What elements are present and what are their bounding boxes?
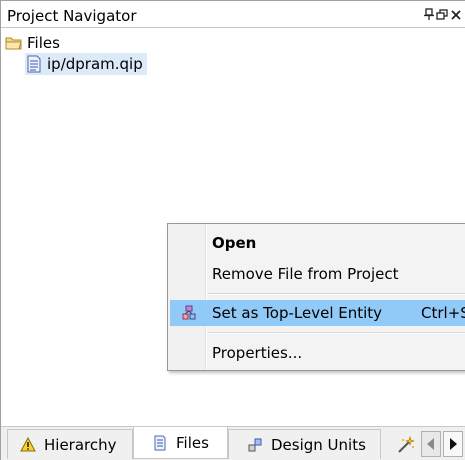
menu-separator (208, 332, 465, 334)
menu-item-remove-file[interactable]: Remove File from Project (170, 261, 465, 287)
tab-wizard[interactable] (387, 429, 417, 459)
menu-item-label: Set as Top-Level Entity (212, 304, 383, 322)
tree-item-file[interactable]: ip/dpram.qip (25, 53, 147, 75)
close-icon[interactable] (450, 7, 462, 20)
design-units-icon (247, 437, 263, 453)
bottom-tab-bar: Hierarchy Files Design Units (1, 426, 465, 460)
scroll-right-icon (450, 438, 457, 450)
menu-item-label: Remove File from Project (212, 265, 399, 283)
magic-wand-icon (397, 436, 415, 453)
menu-item-shortcut: Ctrl+S (421, 304, 465, 322)
project-navigator-window: Project Navigator Files ip/dpram.qip Ope… (0, 0, 465, 460)
tab-label: Files (176, 433, 209, 452)
scroll-left-icon (427, 438, 434, 450)
title-bar: Project Navigator (1, 0, 465, 28)
tab-label: Hierarchy (44, 435, 117, 454)
menu-item-label: Properties... (212, 344, 303, 362)
tab-hierarchy[interactable]: Hierarchy (7, 429, 133, 459)
tab-label: Design Units (271, 435, 366, 454)
pin-icon[interactable] (423, 7, 435, 20)
tree-item-label: ip/dpram.qip (47, 55, 143, 73)
menu-separator (208, 293, 465, 295)
menu-item-properties[interactable]: Properties... (170, 340, 465, 366)
context-menu: Open Remove File from Project Set as Top… (167, 223, 465, 371)
menu-item-set-top-level[interactable]: Set as Top-Level Entity Ctrl+S (170, 300, 465, 326)
document-icon (25, 55, 43, 73)
tree-item-label: Files (27, 34, 60, 52)
restore-icon[interactable] (436, 7, 448, 20)
tab-design-units[interactable]: Design Units (228, 429, 381, 459)
tab-files[interactable]: Files (133, 427, 228, 459)
folder-icon (5, 34, 23, 52)
menu-item-label: Open (212, 234, 257, 252)
scroll-left-button[interactable] (421, 431, 441, 457)
menu-item-open[interactable]: Open (170, 230, 465, 256)
scroll-right-button[interactable] (443, 431, 463, 457)
entity-icon (182, 305, 196, 321)
panel-title: Project Navigator (7, 7, 137, 25)
warning-triangle-icon (20, 436, 36, 453)
tree-item-files[interactable]: Files (5, 32, 60, 54)
document-icon (152, 435, 168, 451)
